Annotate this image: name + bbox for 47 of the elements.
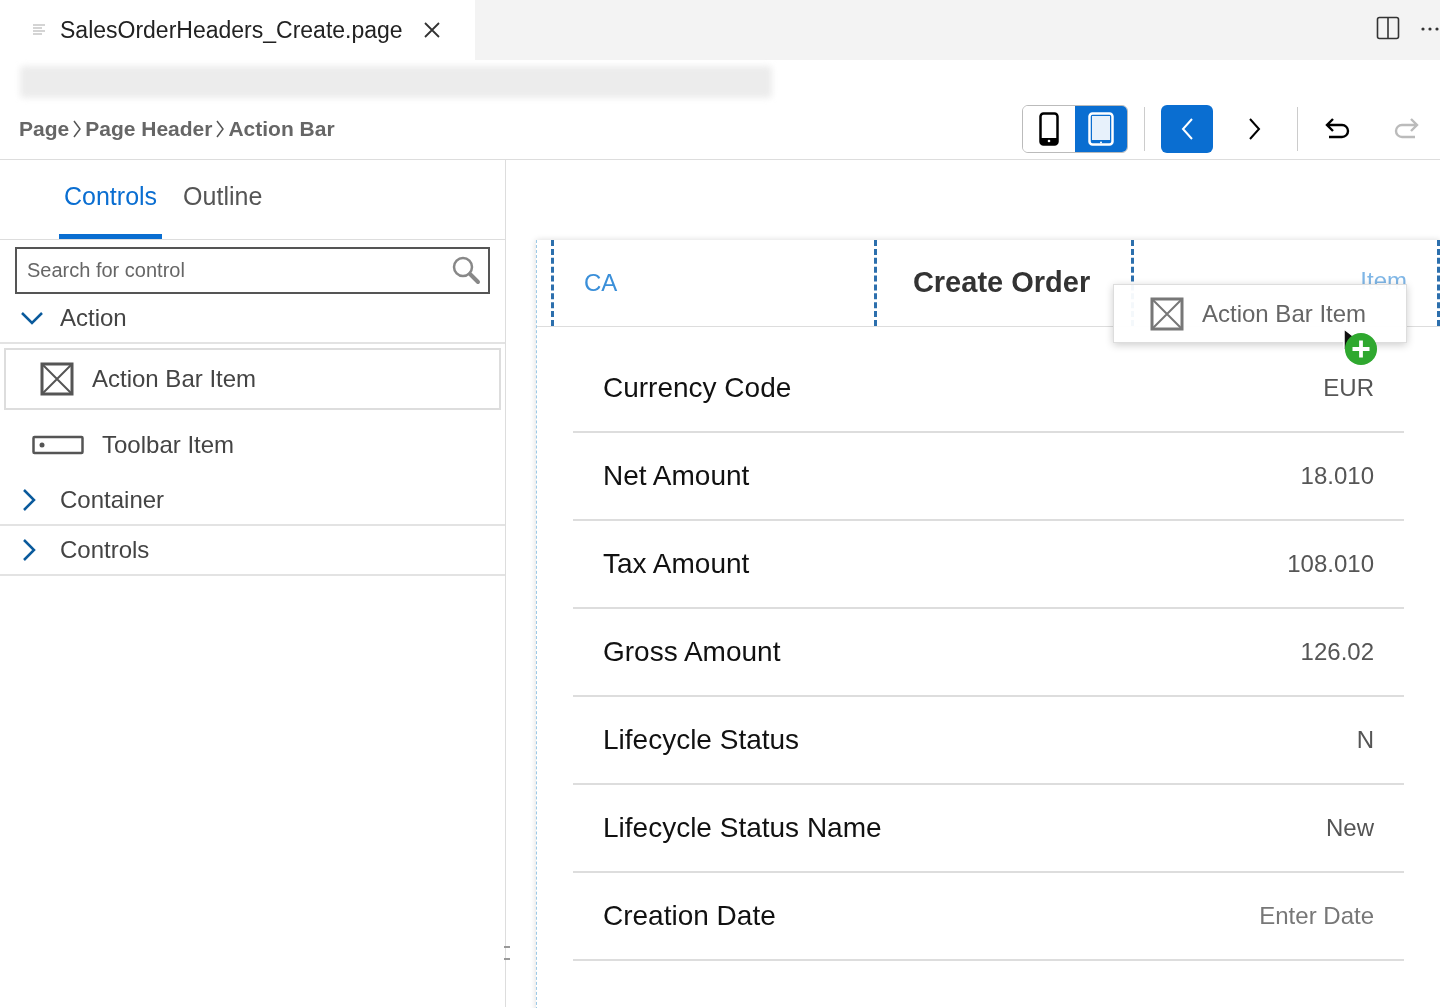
phone-icon (1039, 111, 1059, 146)
x-box-icon (40, 362, 74, 396)
field-label: Tax Amount (603, 547, 750, 581)
page-title: Create Order (912, 265, 1091, 301)
close-icon[interactable] (422, 21, 441, 39)
breadcrumb-link[interactable]: Page (19, 112, 70, 145)
tablet-view-button[interactable] (1075, 105, 1127, 152)
tree-group-item[interactable]: Container (0, 476, 505, 526)
date-field[interactable]: Enter Date (1259, 904, 1374, 928)
chevron-left-icon (1180, 116, 1194, 141)
field-value: 126.02 (1300, 640, 1374, 664)
split-editor-icon[interactable] (1376, 16, 1400, 40)
field-label: Creation Date (603, 899, 776, 933)
field-label: Lifecycle Status (603, 723, 800, 757)
panel-tab[interactable]: Outline (178, 160, 268, 239)
breadcrumb-link[interactable]: Page Header (85, 112, 213, 145)
field-value: 108.010 (1287, 552, 1374, 576)
field-value: EUR (1323, 376, 1374, 400)
chevron-right-icon (22, 538, 36, 562)
x-box-icon (1150, 296, 1184, 331)
tree-item[interactable]: Action Bar Item (4, 348, 501, 410)
field-value: N (1356, 728, 1374, 752)
panel-tab[interactable]: Controls (59, 160, 163, 239)
tablet-icon (1088, 111, 1114, 146)
field-label: Lifecycle Status Name (603, 811, 882, 845)
tree-item[interactable]: Toolbar Item (4, 414, 501, 476)
breadcrumb-link[interactable]: Action Bar (228, 112, 335, 145)
field-label: Net Amount (603, 459, 750, 493)
drag-ghost-label: Action Bar Item (1202, 301, 1367, 326)
file-lines-icon (32, 22, 48, 38)
chevron-right-icon (72, 118, 83, 139)
chevron-right-icon (1248, 116, 1262, 141)
resize-handle[interactable] (504, 946, 510, 960)
chevron-right-icon (22, 488, 36, 512)
field-value: 18.010 (1300, 464, 1374, 488)
tree-group-item[interactable]: Controls (0, 526, 505, 576)
tree-group-item[interactable]: Action (0, 294, 505, 344)
chevron-down-icon (20, 311, 44, 325)
field-label: Currency Code (603, 371, 792, 405)
search-icon[interactable] (450, 254, 482, 286)
toolbar-item-icon (32, 435, 84, 455)
field-value: New (1326, 816, 1374, 840)
more-icon[interactable] (1420, 26, 1440, 32)
chevron-right-icon (215, 118, 226, 139)
search-field[interactable]: Search for control (15, 247, 490, 294)
back-button[interactable] (1161, 104, 1213, 153)
field-label: Gross Amount (603, 635, 781, 669)
